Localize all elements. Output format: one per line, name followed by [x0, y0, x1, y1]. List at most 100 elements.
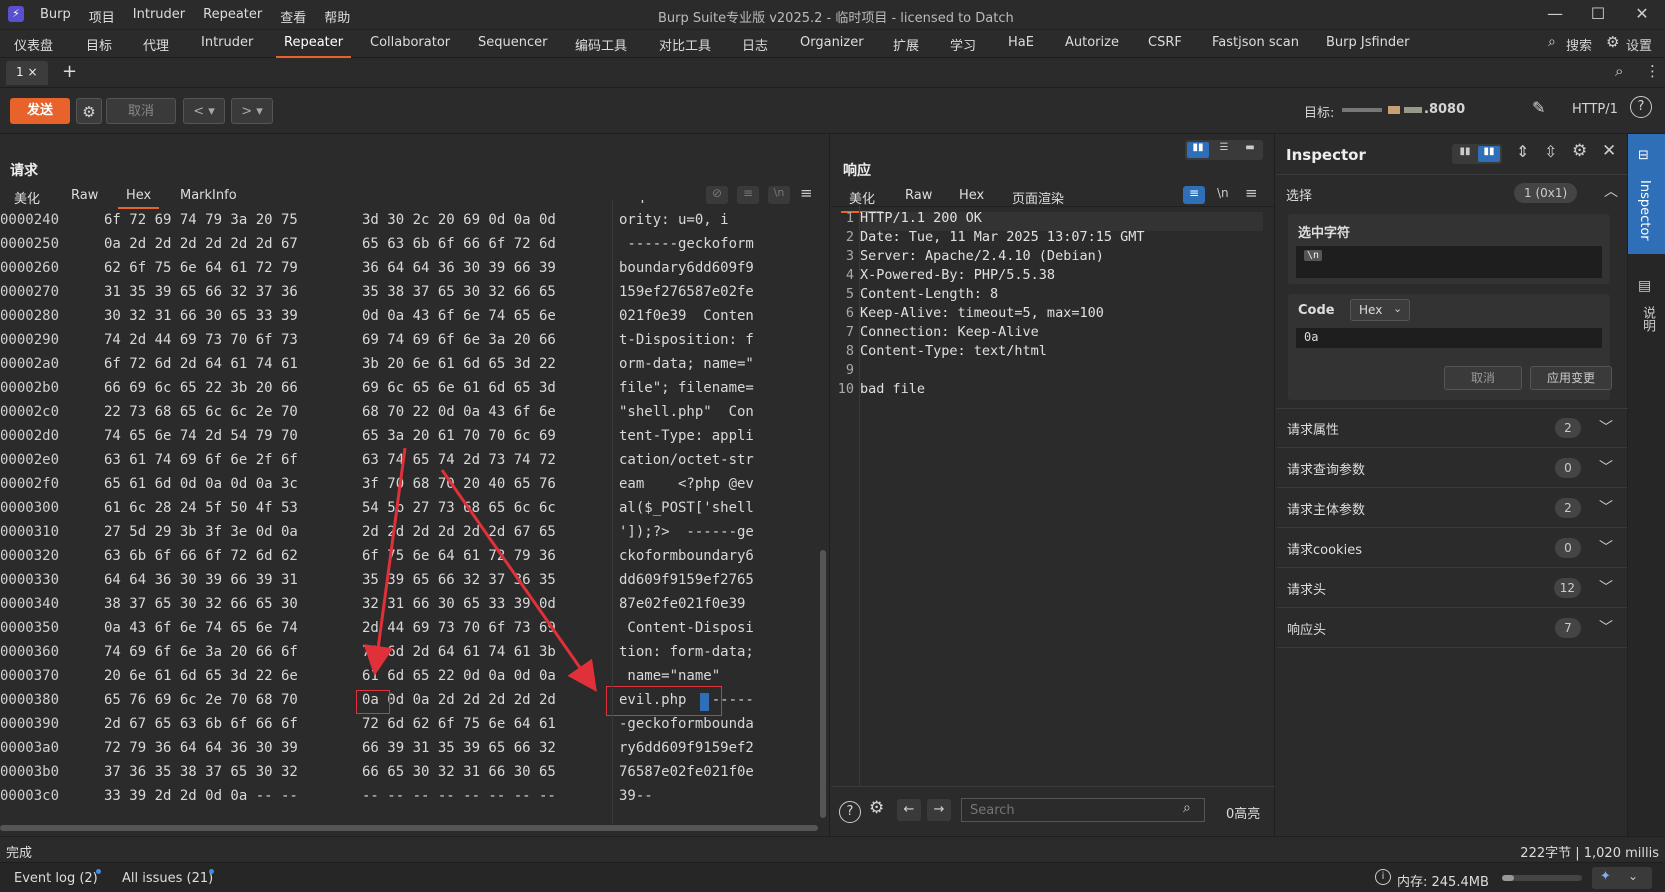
response-line[interactable]: 8 Content-Type: text/html	[836, 343, 1047, 359]
maximize-icon[interactable]: ☐	[1578, 4, 1618, 23]
settings-label[interactable]: 设置	[1626, 35, 1652, 54]
resp-wrap-icon[interactable]: ≡	[1183, 186, 1205, 204]
history-forward-button[interactable]: > ▾	[231, 98, 273, 124]
chevron-down-icon[interactable]: ﹀	[1599, 537, 1613, 557]
tab-logger[interactable]: 日志	[742, 35, 768, 54]
gear-icon[interactable]: ⚙	[1606, 33, 1619, 51]
tab-dashboard[interactable]: 仪表盘	[14, 35, 53, 54]
resp-search-settings-icon[interactable]: ⚙	[869, 798, 884, 818]
minimize-icon[interactable]: —	[1535, 4, 1575, 23]
inspector-section[interactable]: 请求cookies 0 ﹀	[1277, 528, 1627, 568]
resp-tab-render[interactable]: 页面渲染	[1012, 188, 1064, 207]
inspector-section[interactable]: 请求主体参数 2 ﹀	[1277, 488, 1627, 528]
chevron-down-icon[interactable]: ﹀	[1599, 577, 1613, 597]
tab-search-icon[interactable]: ⌕	[1615, 62, 1623, 80]
close-window-icon[interactable]: ✕	[1622, 4, 1662, 23]
layout-split-icon[interactable]: ▮▮	[1187, 142, 1209, 158]
resp-tab-raw[interactable]: Raw	[905, 188, 932, 203]
chevron-down-icon[interactable]: ﹀	[1599, 497, 1613, 517]
apply-changes-button[interactable]: 应用变更	[1530, 366, 1612, 390]
response-line[interactable]: 7 Connection: Keep-Alive	[836, 324, 1039, 340]
menu-item-help[interactable]: 帮助	[324, 7, 350, 26]
response-line[interactable]: 3 Server: Apache/2.4.10 (Debian)	[836, 248, 1104, 264]
inspector-section[interactable]: 响应头 7 ﹀	[1277, 608, 1627, 648]
response-menu-icon[interactable]: ≡	[1245, 184, 1258, 202]
edit-target-icon[interactable]: ✎	[1532, 98, 1545, 117]
chevron-down-icon[interactable]: ﹀	[1599, 417, 1613, 437]
event-log-link[interactable]: Event log (2)	[14, 871, 98, 886]
tab-target[interactable]: 目标	[86, 35, 112, 54]
code-value-field[interactable]: 0a	[1296, 328, 1602, 348]
tab-hae[interactable]: HaE	[1008, 35, 1034, 50]
history-back-button[interactable]: < ▾	[183, 98, 225, 124]
tab-fastjson-scan[interactable]: Fastjson scan	[1212, 35, 1299, 50]
code-format-select[interactable]: Hex ⌄	[1350, 299, 1410, 321]
side-tab-inspector[interactable]: ⊟ Inspector	[1628, 134, 1665, 254]
inspector-settings-icon[interactable]: ⚙	[1572, 141, 1587, 161]
menu-item-view[interactable]: 查看	[280, 7, 306, 26]
inspector-cancel-button[interactable]: 取消	[1444, 366, 1522, 390]
response-search-input[interactable]	[961, 798, 1205, 822]
tab-organizer[interactable]: Organizer	[800, 35, 864, 50]
cancel-request-button[interactable]: 取消	[106, 98, 176, 124]
tab-proxy[interactable]: 代理	[143, 35, 169, 54]
tab-csrf[interactable]: CSRF	[1148, 35, 1182, 50]
repeater-tab-1[interactable]: 1 ×	[6, 61, 48, 85]
resp-tab-hex[interactable]: Hex	[959, 188, 984, 203]
tab-sequencer[interactable]: Sequencer	[478, 35, 547, 50]
layout-tab-icon[interactable]: ▬	[1239, 142, 1261, 158]
inspector-section[interactable]: 请求头 12 ﹀	[1277, 568, 1627, 608]
layout-toggle[interactable]: ▮▮ ☰ ▬	[1185, 140, 1263, 160]
global-search-label[interactable]: 搜索	[1566, 35, 1592, 54]
tab-repeater[interactable]: Repeater	[275, 35, 352, 58]
tab-collaborator[interactable]: Collaborator	[370, 35, 450, 50]
chevron-down-icon[interactable]: ﹀	[1599, 617, 1613, 637]
tab-extensions[interactable]: 扩展	[893, 35, 919, 54]
all-issues-link[interactable]: All issues (21)	[122, 871, 213, 886]
search-magnifier-icon[interactable]: ⌕	[1183, 800, 1191, 816]
side-tab-notes[interactable]: ▤ 说明	[1628, 274, 1665, 354]
resp-help-icon[interactable]: ?	[839, 801, 861, 823]
resp-newline-toggle[interactable]: \n	[1217, 186, 1229, 200]
menu-item-burp[interactable]: Burp	[40, 7, 71, 26]
selected-chars-field[interactable]: \n	[1296, 246, 1602, 278]
help-icon[interactable]: ?	[1630, 96, 1652, 118]
collapse-all-icon[interactable]: ⇳	[1544, 142, 1557, 161]
tab-decoder[interactable]: 编码工具	[575, 35, 627, 54]
layout-stack-icon[interactable]: ☰	[1213, 142, 1235, 158]
tab-learn[interactable]: 学习	[950, 35, 976, 54]
response-line[interactable]: 5 Content-Length: 8	[836, 286, 998, 302]
inspector-section[interactable]: 请求查询参数 0 ﹀	[1277, 448, 1627, 488]
search-next-icon[interactable]: →	[927, 799, 951, 821]
search-icon[interactable]: ⌕	[1548, 34, 1556, 50]
inspector-layout-toggle[interactable]: ▮▮ ▮▮	[1452, 144, 1502, 164]
expand-all-icon[interactable]: ⇕	[1516, 142, 1529, 161]
info-icon[interactable]: i	[1375, 869, 1391, 885]
add-tab-icon[interactable]: +	[62, 61, 77, 82]
http-version[interactable]: HTTP/1	[1572, 102, 1618, 117]
tab-autorize[interactable]: Autorize	[1065, 35, 1119, 50]
response-line[interactable]: 1 HTTP/1.1 200 OK	[836, 210, 982, 226]
menu-item-repeater[interactable]: Repeater	[203, 7, 262, 26]
search-prev-icon[interactable]: ←	[897, 799, 921, 821]
selection-collapse-icon[interactable]: ︿	[1604, 181, 1618, 201]
send-button[interactable]: 发送	[10, 98, 70, 124]
tab-comparer[interactable]: 对比工具	[659, 35, 711, 54]
inspector-section[interactable]: 请求属性 2 ﹀	[1277, 408, 1627, 448]
response-line[interactable]: 9	[836, 362, 860, 378]
resp-tab-pretty[interactable]: 美化	[840, 188, 884, 213]
tab-burp-jsfinder[interactable]: Burp Jsfinder	[1326, 35, 1410, 50]
chevron-down-icon[interactable]: ﹀	[1599, 457, 1613, 477]
ai-assist-button[interactable]: ✦ ⌄	[1592, 867, 1652, 889]
inspector-layout-b-icon[interactable]: ▮▮	[1478, 146, 1500, 162]
response-line[interactable]: 2 Date: Tue, 11 Mar 2025 13:07:15 GMT	[836, 229, 1145, 245]
inspector-close-icon[interactable]: ✕	[1602, 141, 1616, 161]
more-options-icon[interactable]: ⋮	[1645, 62, 1660, 80]
response-line[interactable]: 6 Keep-Alive: timeout=5, max=100	[836, 305, 1104, 321]
menu-item-intruder[interactable]: Intruder	[133, 7, 185, 26]
response-line[interactable]: 4 X-Powered-By: PHP/5.5.38	[836, 267, 1055, 283]
response-line[interactable]: 10 bad file	[836, 381, 925, 397]
menu-item-project[interactable]: 项目	[89, 7, 115, 26]
tab-intruder[interactable]: Intruder	[201, 35, 253, 50]
selection-label[interactable]: 选择	[1286, 185, 1312, 204]
